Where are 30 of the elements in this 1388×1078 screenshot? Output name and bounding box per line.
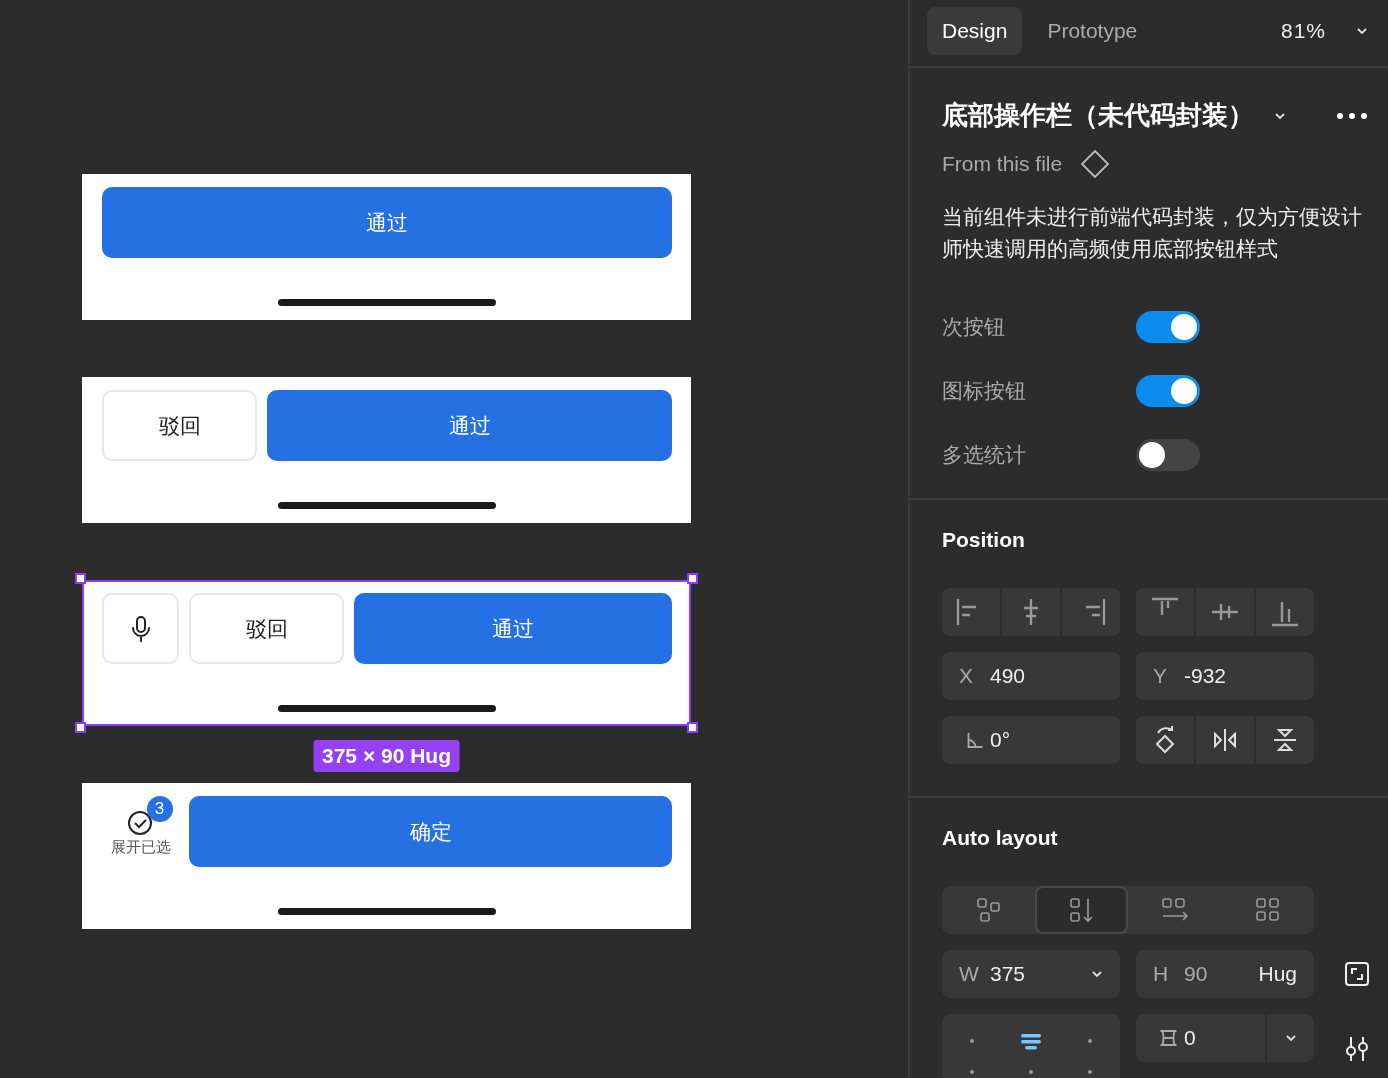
component-description: 当前组件未进行前端代码封装，仅为方便设计师快速调用的高频使用底部按钮样式 [942,204,1363,262]
bottom-bar-frame[interactable]: 驳回 通过 [82,377,691,523]
panel-tab[interactable]: Prototype [1032,7,1153,55]
width-field[interactable]: W 375 [942,950,1120,998]
height-field[interactable]: H 90 Hug [1136,950,1314,998]
expand-selected-label[interactable]: 展开已选 [110,838,171,857]
property-label: 图标按钮 [942,378,1027,404]
section-title: Auto layout [942,826,1059,850]
zoom-level[interactable]: 81% [1280,19,1326,43]
bottom-bar-frame[interactable]: 3 展开已选 确定 [82,783,691,929]
reject-button[interactable]: 驳回 [189,593,344,664]
gap-field[interactable]: 0 [1136,1014,1314,1062]
approve-button[interactable]: 通过 [354,593,672,664]
property-label: 多选统计 [942,442,1027,468]
bottom-bar-frame[interactable]: 通过 [82,174,691,320]
bottom-bar-frame[interactable]: 驳回 通过 [82,580,691,726]
section-title: Position [942,528,1026,552]
y-field[interactable]: Y -932 [1136,652,1314,700]
reject-button[interactable]: 驳回 [102,390,257,461]
x-field[interactable]: X 490 [942,652,1120,700]
property-label: 次按钮 [942,314,1006,340]
count-badge: 3 [146,796,173,822]
approve-button[interactable]: 确定 [189,796,672,867]
size-label: 375 × 90 Hug [313,740,460,772]
approve-button[interactable]: 通过 [267,390,672,461]
rotation-field[interactable]: 0° [942,716,1120,764]
component-title: 底部操作栏（未代码封装） [942,99,1254,132]
approve-button[interactable]: 通过 [102,187,672,258]
panel-tab[interactable]: Design [927,7,1023,55]
source-label: From this file [942,152,1063,176]
